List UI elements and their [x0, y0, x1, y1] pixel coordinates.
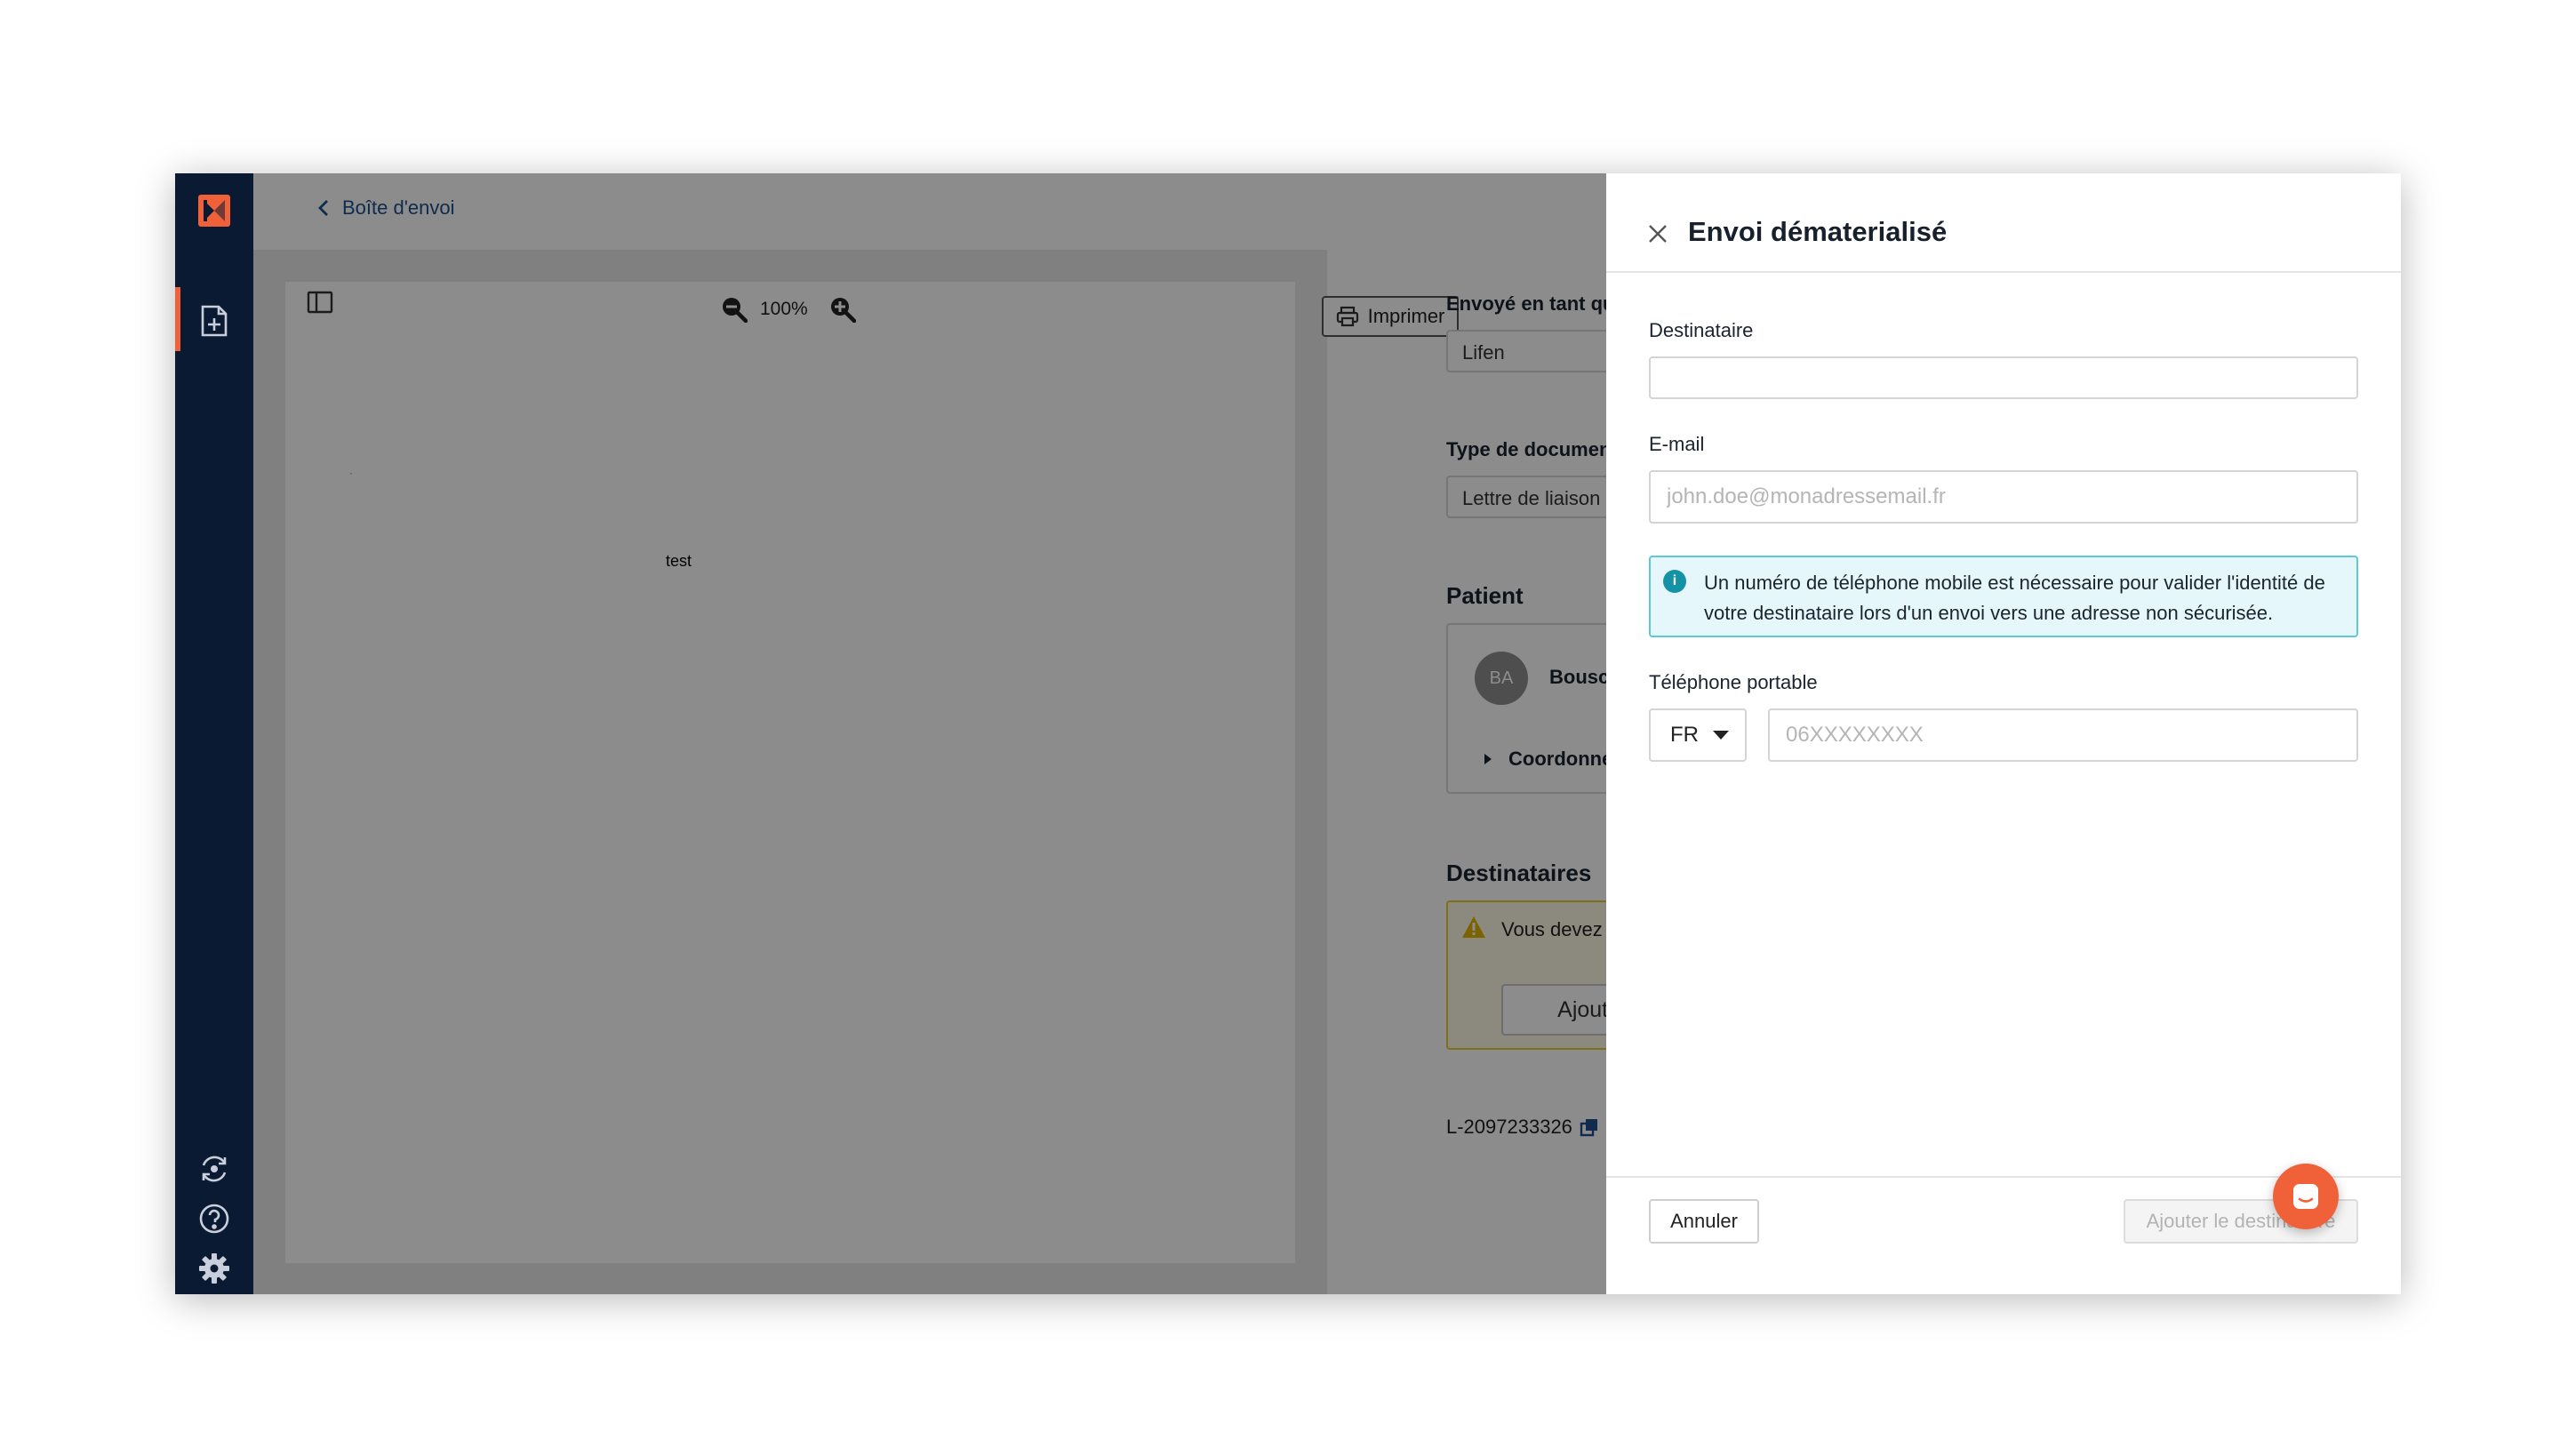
dematerialized-send-drawer: Envoi dématerialisé Destinataire E-mail …: [1606, 173, 2401, 1294]
recipient-input[interactable]: [1649, 356, 2358, 399]
phone-label: Téléphone portable: [1649, 671, 1818, 693]
email-label: E-mail: [1649, 433, 1705, 455]
lifen-logo-icon[interactable]: [196, 193, 232, 228]
recipient-label: Destinataire: [1649, 319, 1754, 341]
drawer-title: Envoi dématerialisé: [1688, 216, 1948, 247]
country-code-select[interactable]: FR: [1649, 708, 1747, 762]
country-code-value: FR: [1670, 723, 1699, 747]
email-input[interactable]: [1649, 470, 2358, 524]
new-document-icon[interactable]: [196, 303, 232, 339]
modal-backdrop[interactable]: [253, 173, 1684, 1294]
drawer-header: Envoi dématerialisé: [1606, 173, 2401, 273]
sidebar: [175, 173, 253, 1294]
close-icon[interactable]: [1647, 223, 1668, 244]
chat-icon: [2293, 1184, 2318, 1209]
cancel-button[interactable]: Annuler: [1649, 1199, 1759, 1244]
info-icon: i: [1663, 570, 1686, 593]
caret-down-icon: [1713, 731, 1729, 740]
help-icon[interactable]: [196, 1201, 232, 1236]
sidebar-active-indicator: [175, 287, 180, 351]
phone-input[interactable]: [1768, 708, 2358, 762]
gear-icon[interactable]: [196, 1251, 232, 1286]
sync-icon[interactable]: [196, 1151, 232, 1187]
app-window: Boîte d'envoi · test 100% Imprimer Envoy…: [175, 173, 2401, 1294]
screen: Boîte d'envoi · test 100% Imprimer Envoy…: [0, 0, 2560, 1456]
info-alert: i Un numéro de téléphone mobile est néce…: [1649, 556, 2358, 637]
chat-launcher-button[interactable]: [2273, 1164, 2339, 1229]
info-message: Un numéro de téléphone mobile est nécess…: [1704, 572, 2325, 624]
